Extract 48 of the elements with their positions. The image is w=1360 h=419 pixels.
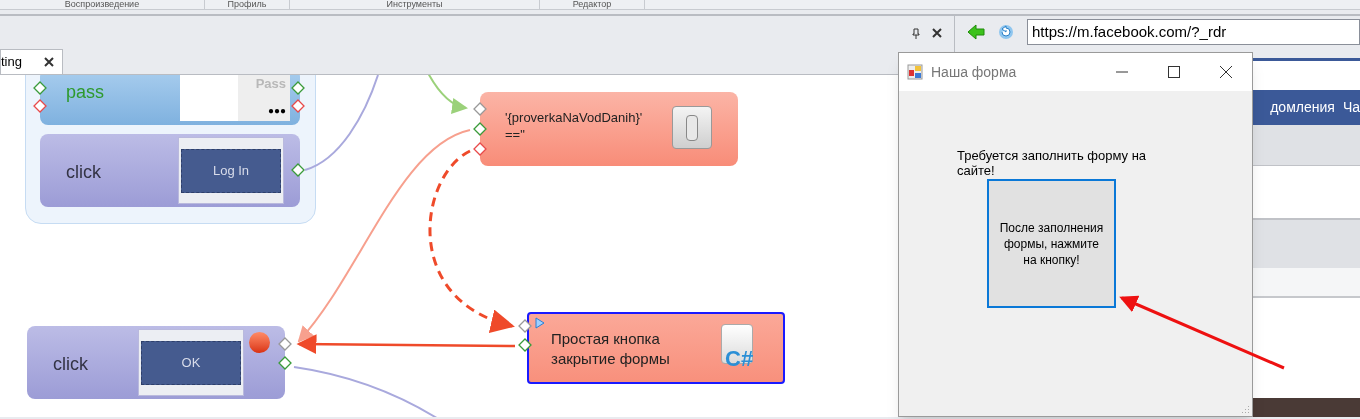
site-menu-item[interactable]: Ча [1342, 97, 1360, 118]
connector-port-icon[interactable] [33, 81, 47, 95]
back-arrow-icon[interactable] [967, 24, 985, 40]
close-icon[interactable] [44, 57, 54, 67]
connector-port-icon[interactable] [291, 81, 305, 95]
click-node[interactable]: click Log In [40, 134, 300, 207]
node-text: закрытие формы [551, 349, 670, 369]
connector-port-icon[interactable] [473, 142, 487, 156]
close-icon[interactable] [1220, 66, 1232, 78]
condition-text: '{proverkaNaVodDanih}' [505, 109, 643, 126]
node-label: click [66, 161, 101, 184]
node-label: click [53, 353, 88, 376]
connector-port-icon[interactable] [33, 99, 47, 113]
connector-line [427, 75, 468, 114]
url-field[interactable]: https://m.facebook.com/?_rdr [1027, 19, 1360, 45]
dialog-message: Требуется заполнить форму на сайте! [957, 148, 1148, 178]
thumbnail-button: OK [141, 340, 241, 385]
refresh-icon[interactable] [997, 23, 1015, 41]
site-menu-item[interactable]: домления [1270, 97, 1335, 118]
connector-port-icon[interactable] [518, 338, 532, 352]
connector-port-icon[interactable] [518, 319, 532, 333]
condition-node[interactable]: '{proverkaNaVodDanih}' ==" [480, 92, 738, 166]
ribbon-group-label: Редактор [540, 0, 645, 9]
thumbnail-button: Log In [181, 148, 281, 193]
thumbnail-field-text: ●●● [267, 105, 286, 117]
node-label: pass [66, 81, 105, 104]
ribbon-group-label: Профиль [205, 0, 290, 9]
ribbon-group-label: Инструменты [290, 0, 540, 9]
code-node[interactable]: Простая кнопка закрытие формы C# [527, 312, 785, 384]
maximize-icon[interactable] [1168, 66, 1180, 78]
node-text: Простая кнопка [551, 329, 661, 349]
close-icon[interactable] [932, 28, 942, 38]
click-node[interactable]: click OK [27, 326, 285, 399]
resize-grip-icon[interactable] [1240, 404, 1250, 414]
play-triangle-icon[interactable] [535, 317, 545, 329]
document-tab[interactable]: ting [0, 49, 63, 74]
dialog-button[interactable]: После заполнения формы, нажмите на кнопку! [987, 179, 1116, 308]
form-icon [907, 64, 923, 80]
connector-port-icon[interactable] [278, 356, 292, 370]
pin-icon[interactable] [912, 27, 920, 39]
ribbon-group-label: Воспроизведение [0, 0, 205, 9]
connector-port-icon[interactable] [291, 163, 305, 177]
window-title: Наша форма [931, 62, 1017, 82]
connector-port-icon[interactable] [291, 99, 305, 113]
connector-port-icon[interactable] [473, 122, 487, 136]
condition-text: ==" [505, 126, 526, 143]
switch-icon [672, 106, 712, 149]
breakpoint-icon[interactable] [249, 332, 270, 353]
